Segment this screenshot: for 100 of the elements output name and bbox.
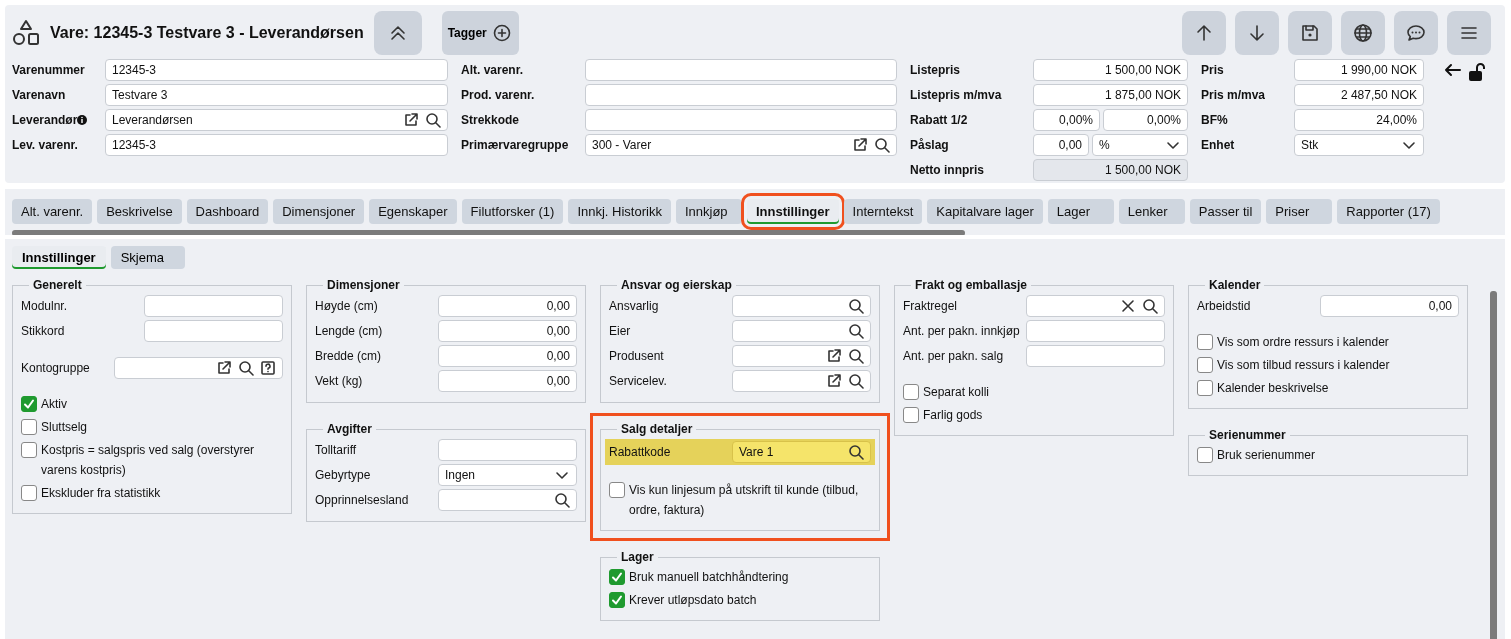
input-field[interactable] <box>1026 320 1165 342</box>
input-field[interactable] <box>144 320 283 342</box>
tab[interactable]: Filutforsker (1) <box>461 199 564 224</box>
input-field[interactable]: 300 - Varer <box>585 134 897 156</box>
input-field[interactable] <box>438 489 577 511</box>
tab[interactable]: Kapitalvare lager <box>927 199 1043 224</box>
down-button[interactable] <box>1235 11 1279 55</box>
search-icon[interactable] <box>554 492 570 508</box>
input-field[interactable]: 0,00 <box>1033 134 1089 156</box>
input-field[interactable]: Ingen <box>438 464 577 486</box>
tab[interactable]: Lager <box>1047 199 1114 224</box>
input-field[interactable]: 0,00 <box>438 320 577 342</box>
tags-button[interactable]: Tagger <box>441 11 519 55</box>
input-field[interactable]: 0,00 <box>438 370 577 392</box>
tab[interactable]: Beskrivelse <box>97 199 182 224</box>
save-button[interactable] <box>1288 11 1332 55</box>
input-field[interactable] <box>144 295 283 317</box>
search-icon[interactable] <box>848 348 864 364</box>
tab[interactable]: Dashboard <box>186 199 269 224</box>
input-field[interactable]: 0,00% <box>1103 109 1188 131</box>
search-icon[interactable] <box>848 323 864 339</box>
checkbox[interactable] <box>1197 447 1213 463</box>
external-link-icon[interactable] <box>403 112 419 128</box>
search-icon[interactable] <box>874 137 890 153</box>
input-field[interactable] <box>585 59 897 81</box>
scrollbar[interactable] <box>12 230 965 235</box>
checkbox[interactable] <box>21 442 37 458</box>
input-field[interactable]: 0,00 <box>438 295 577 317</box>
tab[interactable]: Passer til <box>1189 199 1262 224</box>
tab[interactable]: Dimensjoner <box>273 199 365 224</box>
plus-icon[interactable] <box>492 24 511 42</box>
input-field[interactable] <box>1026 345 1165 367</box>
tab[interactable]: Rapporter (17) <box>1337 199 1440 224</box>
tab[interactable]: Egenskaper <box>369 199 457 224</box>
tab[interactable]: Priser <box>1266 199 1333 224</box>
input-field[interactable]: 12345-3 <box>105 59 448 81</box>
input-field[interactable] <box>585 109 897 131</box>
chat-icon[interactable] <box>1406 23 1426 43</box>
input-field[interactable]: 24,00% <box>1294 109 1424 131</box>
help-icon[interactable] <box>260 360 276 376</box>
tab[interactable]: Interntekst <box>843 199 923 224</box>
unlocked-icon[interactable] <box>1466 62 1486 82</box>
input-field[interactable] <box>732 295 871 317</box>
external-link-icon[interactable] <box>216 360 232 376</box>
input-field[interactable]: 1 500,00 NOK <box>1033 159 1188 181</box>
input-field[interactable] <box>438 439 577 461</box>
collapse-button[interactable] <box>373 11 422 55</box>
input-field[interactable] <box>585 84 897 106</box>
up-button[interactable] <box>1182 11 1226 55</box>
input-field[interactable] <box>732 345 871 367</box>
globe-icon[interactable] <box>1353 23 1373 43</box>
search-icon[interactable] <box>848 373 864 389</box>
input-field[interactable]: 0,00 <box>1320 295 1459 317</box>
checkbox[interactable] <box>903 407 919 423</box>
checkbox[interactable] <box>1197 334 1213 350</box>
input-field[interactable]: 1 500,00 NOK <box>1033 59 1188 81</box>
search-icon[interactable] <box>238 360 254 376</box>
tab[interactable]: Innstillinger <box>12 246 106 269</box>
menu-button[interactable] <box>1447 11 1491 55</box>
search-icon[interactable] <box>848 444 864 460</box>
search-icon[interactable] <box>848 298 864 314</box>
input-field[interactable]: 2 487,50 NOK <box>1294 84 1424 106</box>
save-icon[interactable] <box>1300 23 1320 43</box>
checkbox[interactable] <box>903 384 919 400</box>
search-icon[interactable] <box>1142 298 1158 314</box>
checkbox[interactable] <box>1197 380 1213 396</box>
checkbox[interactable] <box>1197 357 1213 373</box>
checkbox[interactable] <box>609 482 625 498</box>
external-link-icon[interactable] <box>852 137 868 153</box>
input-field[interactable] <box>732 320 871 342</box>
external-link-icon[interactable] <box>826 348 842 364</box>
checkbox[interactable] <box>609 592 625 608</box>
close-icon[interactable] <box>1120 298 1136 314</box>
input-field[interactable]: 0,00 <box>438 345 577 367</box>
checkbox[interactable] <box>21 396 37 412</box>
chat-button[interactable] <box>1394 11 1438 55</box>
tab[interactable]: Skjema <box>110 246 185 269</box>
arrow-down-icon[interactable] <box>1247 23 1267 43</box>
input-field[interactable]: 0,00% <box>1033 109 1100 131</box>
globe-button[interactable] <box>1341 11 1385 55</box>
input-field[interactable]: 1 990,00 NOK <box>1294 59 1424 81</box>
input-field[interactable]: Testvare 3 <box>105 84 448 106</box>
checkbox[interactable] <box>609 569 625 585</box>
tab[interactable]: Lenker <box>1118 199 1185 224</box>
search-icon[interactable] <box>425 112 441 128</box>
checkbox[interactable] <box>21 419 37 435</box>
scrollbar[interactable] <box>1490 291 1497 639</box>
external-link-icon[interactable] <box>826 373 842 389</box>
input-field[interactable]: % <box>1092 134 1188 156</box>
tab[interactable]: Alt. varenr. <box>12 199 93 224</box>
input-field[interactable]: Leverandørsen <box>105 109 448 131</box>
input-field[interactable]: 12345-3 <box>105 134 448 156</box>
checkbox[interactable] <box>21 485 37 501</box>
input-field[interactable] <box>1026 295 1165 317</box>
arrow-up-icon[interactable] <box>1194 23 1214 43</box>
input-field[interactable]: Stk <box>1294 134 1424 156</box>
info-icon[interactable] <box>77 115 88 125</box>
tab[interactable]: Innkjøp <box>675 199 742 224</box>
tab[interactable]: Innkj. Historikk <box>568 199 671 224</box>
input-field[interactable] <box>114 357 283 379</box>
